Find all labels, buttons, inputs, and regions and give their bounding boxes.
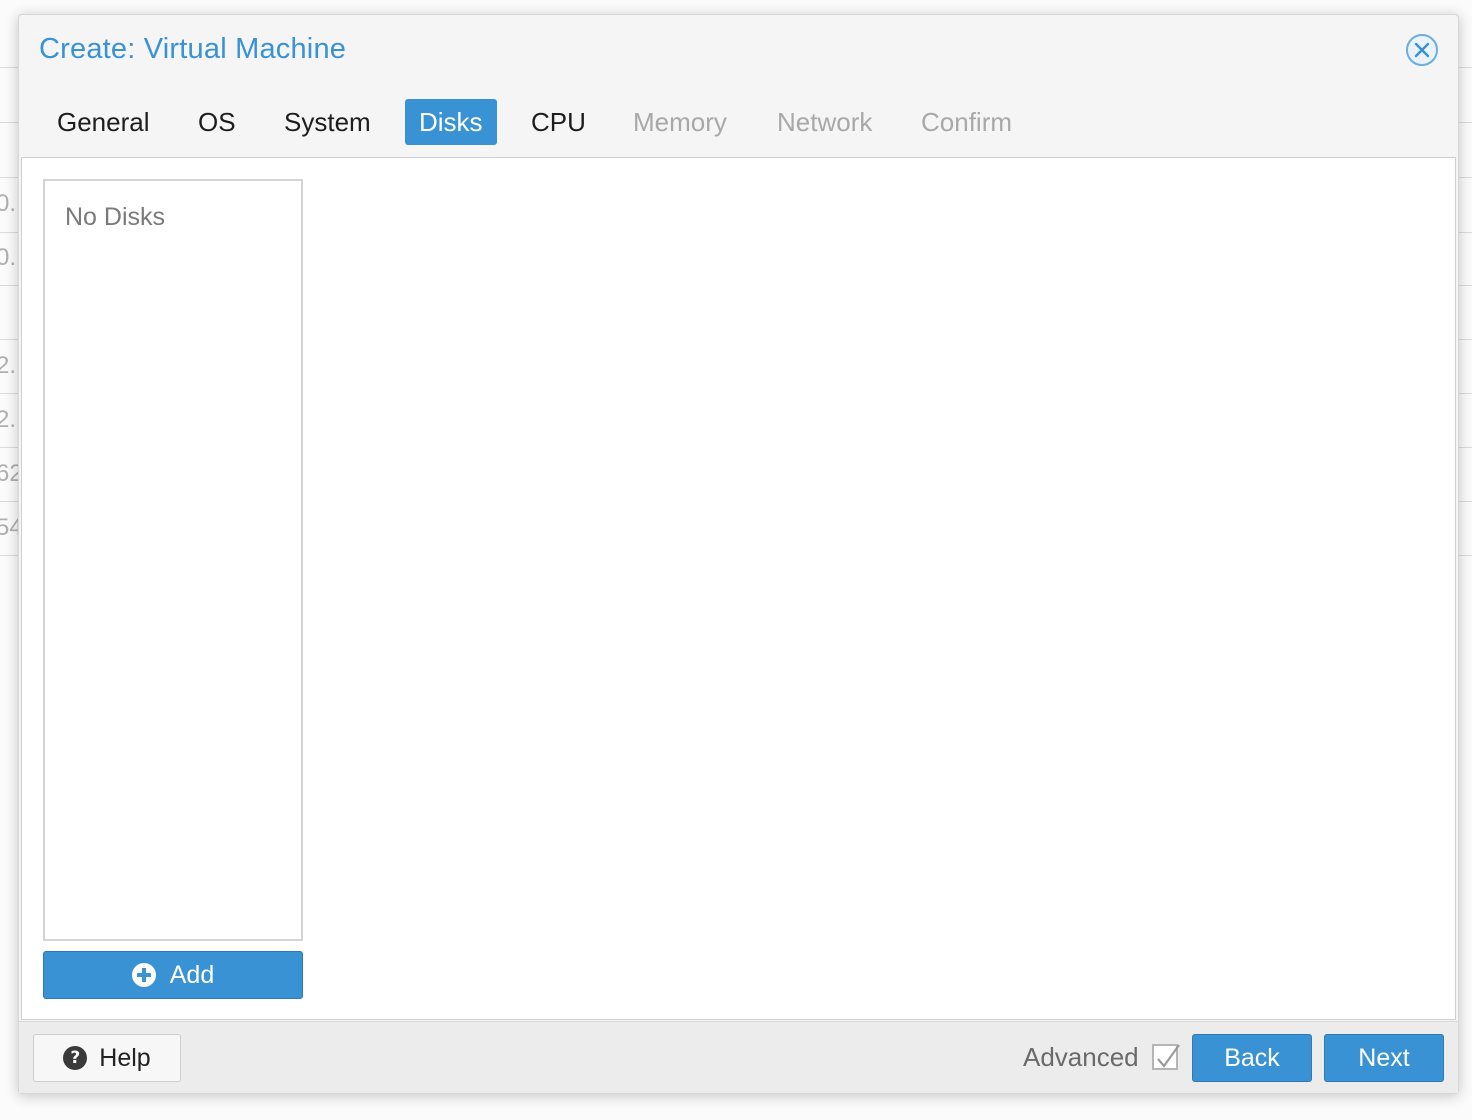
back-button[interactable]: Back	[1192, 1034, 1312, 1082]
help-button[interactable]: ? Help	[33, 1034, 181, 1082]
add-button-label: Add	[169, 960, 215, 989]
close-icon	[1406, 34, 1438, 66]
tab-system[interactable]: System	[270, 99, 385, 145]
help-button-label: Help	[99, 1043, 151, 1072]
tab-disks[interactable]: Disks	[405, 99, 497, 145]
question-circle-icon: ?	[63, 1046, 88, 1070]
background-text: 2.	[0, 352, 17, 379]
close-button[interactable]	[1405, 33, 1439, 67]
advanced-checkbox[interactable]	[1152, 1044, 1180, 1070]
disks-panel: No Disks Add	[21, 157, 1456, 1020]
tab-os[interactable]: OS	[184, 99, 250, 145]
next-button[interactable]: Next	[1324, 1034, 1444, 1082]
add-disk-button[interactable]: Add	[43, 951, 303, 999]
background-text: 2.	[0, 406, 17, 433]
tab-confirm: Confirm	[921, 107, 1013, 137]
tab-general[interactable]: General	[43, 99, 164, 145]
dialog-title: Create: Virtual Machine	[39, 33, 347, 65]
tab-memory: Memory	[633, 107, 727, 137]
empty-list-text: No Disks	[65, 203, 166, 231]
dialog-footer: ? Help Advanced Back Next	[19, 1021, 1458, 1093]
advanced-label: Advanced	[1023, 1042, 1139, 1072]
create-vm-dialog: Create: Virtual Machine General OS Syste…	[18, 14, 1459, 1094]
plus-circle-icon	[131, 963, 156, 987]
background-text: 0.	[0, 244, 17, 271]
disk-list[interactable]: No Disks	[43, 179, 303, 941]
tab-cpu[interactable]: CPU	[517, 99, 600, 145]
check-icon	[1157, 1044, 1180, 1068]
tab-network: Network	[777, 107, 873, 137]
background-text: 0.	[0, 190, 17, 217]
